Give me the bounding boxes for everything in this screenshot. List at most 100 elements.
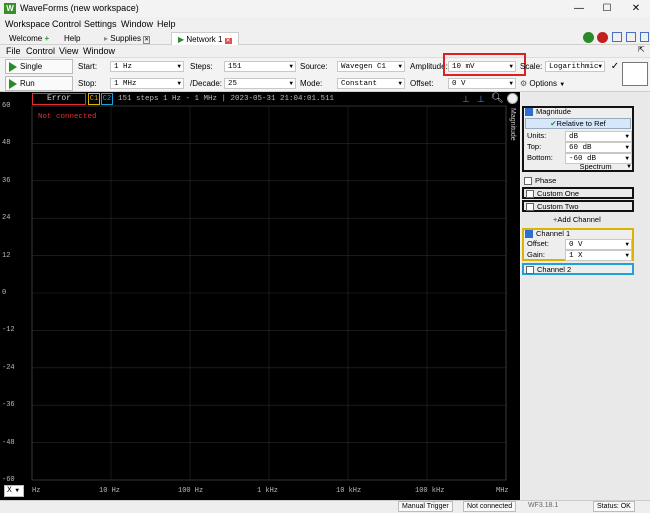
device-status[interactable]: Not connected	[463, 501, 517, 512]
decade-value: 25	[228, 80, 238, 88]
menu-help[interactable]: Help	[157, 19, 176, 29]
menu-control[interactable]: Control	[52, 19, 81, 29]
start-field[interactable]: 1 Hz ▼	[110, 61, 184, 72]
menu-file[interactable]: File	[6, 46, 21, 56]
settings-icon[interactable]	[507, 93, 518, 104]
menu-window-2[interactable]: Window	[83, 46, 115, 56]
y-tick-label: -48	[2, 438, 15, 447]
custom-two-checkbox[interactable]	[526, 203, 534, 212]
channel2-row[interactable]: Channel 2	[522, 263, 634, 275]
menu-workspace[interactable]: Workspace	[5, 19, 50, 29]
tab-close-icon[interactable]: ✕	[143, 36, 151, 44]
start-label: Start:	[78, 62, 98, 71]
phase-row[interactable]: Phase	[524, 176, 633, 186]
decade-label: /Decade:	[190, 79, 223, 88]
top-value: 60 dB	[569, 144, 592, 152]
error-badge[interactable]: Error	[32, 93, 86, 105]
channel1-checkbox[interactable]	[525, 230, 533, 239]
maximize-icon[interactable]: ☐	[600, 2, 614, 15]
tab-supplies[interactable]: ▸ Supplies ✕	[104, 32, 151, 45]
add-channel-button[interactable]: +Add Channel	[553, 215, 601, 225]
x-axis-select[interactable]: X ▼	[4, 485, 24, 497]
offset-field[interactable]: 0 V ▼	[448, 78, 516, 89]
options-button[interactable]: ⚙ Options ▼	[520, 78, 565, 91]
offset-value: 0 V	[452, 80, 466, 88]
minimize-icon[interactable]: —	[572, 2, 586, 15]
x-tick-label: 10 Hz	[99, 487, 121, 495]
help-icon[interactable]	[640, 32, 649, 42]
steps-field[interactable]: 151 ▼	[224, 61, 296, 72]
mode-select[interactable]: Constant ▼	[337, 78, 405, 89]
zoom-icon[interactable]: 🔍︎	[491, 93, 504, 104]
tab-network[interactable]: ▶ Network 1 ✕	[171, 32, 239, 45]
magnitude-header[interactable]: Magnitude	[525, 107, 631, 117]
custom-one-label: Custom One	[537, 189, 580, 198]
channel1-label: Channel 1	[536, 229, 571, 238]
menu-view[interactable]: View	[59, 46, 78, 56]
units-select[interactable]: dB ▼	[565, 131, 632, 142]
stop-field[interactable]: 1 MHz ▼	[110, 78, 184, 89]
c1-badge[interactable]: C1	[88, 93, 100, 105]
tab-help[interactable]: Help	[64, 32, 80, 45]
channel1-header[interactable]: Channel 1	[525, 229, 570, 239]
chevron-down-icon: ▼	[177, 80, 181, 87]
manual-trigger-button[interactable]: Manual Trigger	[398, 501, 453, 512]
magnitude-checkbox[interactable]	[525, 108, 533, 117]
chevron-down-icon: ▼	[598, 63, 602, 70]
scale-select[interactable]: Logarithmic ▼	[545, 61, 605, 72]
y-tick-label: 12	[2, 251, 11, 260]
custom-two-row[interactable]: Custom Two	[522, 200, 634, 212]
ch1-offset-field[interactable]: 0 V ▼	[565, 239, 632, 250]
y-tick-label: -12	[2, 326, 15, 335]
relative-label: Relative to Ref	[556, 119, 606, 128]
dock-icon[interactable]: ⇱	[638, 45, 645, 54]
marker-icon[interactable]: ⊥	[477, 94, 485, 105]
tab-close-icon[interactable]: ✕	[224, 38, 232, 44]
mode-value: Constant	[341, 80, 378, 88]
record-icon[interactable]	[597, 32, 608, 43]
menu-settings[interactable]: Settings	[84, 19, 117, 29]
ch1-gain-select[interactable]: 1 X ▼	[565, 250, 632, 261]
ch1-gain-label: Gain:	[527, 250, 545, 259]
x-tick-label: 1 kHz	[257, 487, 279, 495]
menu-control-2[interactable]: Control	[26, 46, 55, 56]
y-tick-label: 48	[2, 139, 11, 148]
source-select[interactable]: Wavegen C1 ▼	[337, 61, 405, 72]
channel2-checkbox[interactable]	[526, 266, 534, 275]
relative-button[interactable]: ✔Relative to Ref	[525, 118, 631, 129]
layout-icon[interactable]	[626, 32, 636, 42]
x-tick-label: 100 kHz	[415, 487, 445, 495]
custom-one-row[interactable]: Custom One	[522, 187, 634, 199]
single-button[interactable]: Single	[5, 59, 73, 74]
panel-icon[interactable]	[612, 32, 622, 42]
tab-strip	[0, 31, 650, 45]
add-icon[interactable]: +	[44, 34, 49, 43]
tab-welcome-label: Welcome	[9, 34, 43, 43]
close-icon[interactable]: ✕	[629, 2, 643, 15]
menu-window[interactable]: Window	[121, 19, 153, 29]
y-tick-label: -60	[2, 476, 15, 484]
scale-label: Scale:	[520, 62, 543, 71]
c2-badge[interactable]: C2	[101, 93, 113, 105]
top-field[interactable]: 60 dB ▼	[565, 142, 632, 153]
scope-preview-icon[interactable]	[622, 62, 648, 86]
run-all-icon[interactable]	[583, 32, 594, 43]
steps-value: 151	[228, 63, 242, 71]
status-ok[interactable]: Status: OK	[593, 501, 635, 512]
run-label: Run	[20, 79, 35, 88]
decade-field[interactable]: 25 ▼	[224, 78, 296, 89]
phase-checkbox[interactable]	[524, 177, 532, 186]
cursor-icon[interactable]: ⊥	[462, 94, 470, 105]
custom-one-checkbox[interactable]	[526, 190, 534, 199]
play-icon	[9, 79, 17, 89]
spectrum-select[interactable]: Spectrum ▼	[565, 162, 632, 172]
channel2-label: Channel 2	[537, 265, 572, 274]
run-button[interactable]: Run	[5, 76, 73, 91]
pin-icon[interactable]: ✓	[608, 60, 622, 73]
spectrum-value: Spectrum	[579, 162, 612, 171]
custom-two-label: Custom Two	[537, 202, 579, 211]
y-tick-label: 0	[2, 289, 7, 297]
gear-icon: ⚙	[520, 79, 528, 88]
tab-welcome[interactable]: Welcome +	[9, 32, 49, 45]
magnitude-label: Magnitude	[536, 107, 572, 116]
